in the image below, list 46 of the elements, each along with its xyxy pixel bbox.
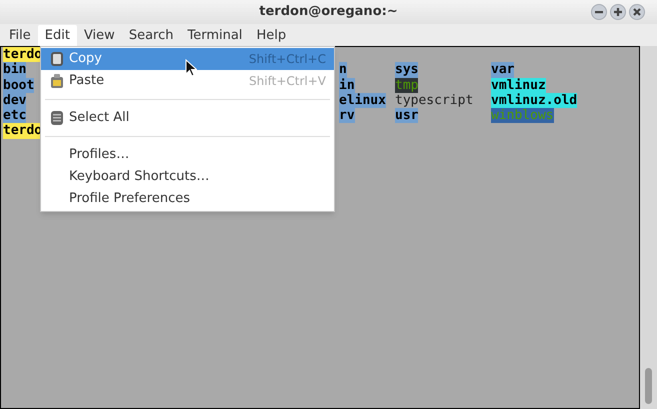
menu-item[interactable]: File [2,25,38,46]
terminal-text: winblows [491,108,554,124]
menu-option[interactable]: Select All [41,107,334,129]
terminal-text: terdo [3,123,42,139]
copy-icon [50,51,64,67]
terminal-text: dev [3,92,26,108]
terminal-text: usr [395,108,418,124]
shortcut-label: Shift+Ctrl+V [249,73,326,90]
document-icon [50,110,64,126]
menu-item[interactable]: Search [122,25,180,46]
terminal-text: n [339,62,347,78]
terminal-text: typescript [395,92,474,108]
menu-label: Select All [69,109,130,128]
minimize-icon[interactable] [591,4,607,20]
terminal-text: etc [3,108,26,124]
menu-option[interactable]: Profiles… [41,144,334,166]
menu-label: Profiles… [69,146,130,164]
menu-option[interactable]: Profile Preferences [41,188,334,210]
terminal-text: vmlinuz [491,78,546,93]
terminal-text: var [491,62,514,78]
menu-option[interactable]: Keyboard Shortcuts… [41,166,334,188]
menu-label: Copy [69,50,102,68]
menu-item[interactable]: Terminal [180,25,250,46]
menu-label: Paste [69,72,104,90]
window-title: terdon@oregano:~ [259,3,398,22]
maximize-icon[interactable] [610,4,626,20]
terminal-text: boot [3,78,34,93]
menu-item[interactable]: View [76,25,122,46]
menu-label: Profile Preferences [69,190,190,208]
menu-option[interactable]: Paste Shift+Ctrl+V [41,70,334,92]
mouse-pointer-icon [185,59,197,77]
menu-label: Keyboard Shortcuts… [69,168,210,186]
terminal-text: elinux [339,92,386,108]
terminal-text: terdo [3,47,42,62]
clipboard-icon [50,73,64,89]
scrollbar-thumb[interactable] [645,368,652,404]
terminal-text: vmlinuz.old [491,92,578,108]
shortcut-label: Shift+Ctrl+C [248,51,326,68]
close-icon[interactable] [629,4,645,20]
menu-item[interactable]: Edit [38,25,77,46]
terminal-text: bin [3,62,26,78]
menu-item[interactable]: Help [249,25,294,46]
terminal-text: in [339,78,355,93]
terminal-text: sys [395,62,418,78]
terminal-text: rv [339,108,355,124]
terminal-text: tmp [395,78,418,93]
